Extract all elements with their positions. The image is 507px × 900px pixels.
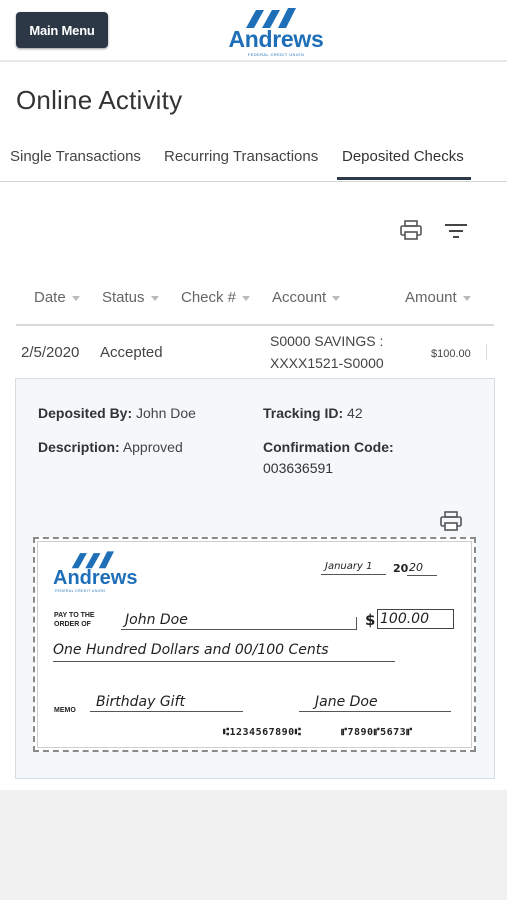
check-logo-wordmark: Andrews: [53, 567, 138, 589]
column-header-account[interactable]: Account: [272, 289, 341, 306]
logo-stripes-icon: [246, 8, 296, 28]
tracking-id-value: 42: [347, 405, 363, 421]
check-amount-words: One Hundred Dollars and 00/100 Cents: [53, 642, 329, 658]
tab-single-transactions[interactable]: Single Transactions: [10, 148, 141, 165]
tab-recurring-transactions[interactable]: Recurring Transactions: [164, 148, 318, 165]
confirmation-code-label: Confirmation Code:: [263, 439, 394, 455]
description-label: Description:: [38, 439, 120, 455]
pay-to-label-1: PAY TO THE: [54, 612, 95, 619]
amount-words-line: [53, 661, 395, 662]
sort-caret-icon: [71, 295, 80, 301]
row-account-line1: S0000 SAVINGS :: [270, 333, 384, 349]
page-title: Online Activity: [16, 85, 183, 115]
printer-icon[interactable]: [398, 219, 424, 241]
description: Description: Approved: [38, 439, 183, 455]
dollar-sign: $: [365, 611, 376, 629]
memo-label: MEMO: [54, 707, 76, 714]
check-date: January 1: [325, 561, 373, 572]
sort-caret-icon: [242, 295, 251, 301]
row-account-line2: XXXX1521-S0000: [270, 355, 384, 371]
sort-caret-icon: [150, 295, 159, 301]
check-logo-subtitle: FEDERAL CREDIT UNION: [55, 589, 106, 593]
row-divider: [486, 344, 487, 360]
check-payee: John Doe: [125, 612, 188, 628]
row-amount: $100.00: [431, 348, 471, 360]
table-header-divider: [16, 324, 494, 326]
check-date-line: [321, 574, 386, 575]
deposited-by-value: John Doe: [136, 405, 196, 421]
column-header-check-number[interactable]: Check #: [181, 289, 251, 306]
tracking-id: Tracking ID: 42: [263, 405, 363, 421]
sort-caret-icon: [462, 295, 471, 301]
column-header-status[interactable]: Status: [102, 289, 159, 306]
row-date: 2/5/2020: [21, 344, 80, 361]
column-date-label: Date: [34, 289, 66, 306]
logo-wordmark: Andrews: [228, 26, 324, 52]
check-signature: Jane Doe: [315, 694, 378, 710]
check-year-suffix: 20: [409, 561, 423, 574]
tab-deposited-checks[interactable]: Deposited Checks: [342, 148, 464, 165]
column-account-label: Account: [272, 289, 327, 306]
description-value: Approved: [122, 439, 183, 455]
check-image: Andrews FEDERAL CREDIT UNION January 1 2…: [33, 537, 476, 752]
deposited-by-label: Deposited By:: [38, 405, 133, 421]
payee-line-end: [356, 617, 357, 630]
memo-line: [90, 711, 243, 712]
filter-icon[interactable]: [443, 220, 469, 242]
confirmation-code-value: 003636591: [263, 460, 334, 476]
active-tab-indicator: [337, 177, 471, 180]
column-header-amount[interactable]: Amount: [405, 289, 471, 306]
column-amount-label: Amount: [405, 289, 457, 306]
row-status: Accepted: [100, 344, 163, 361]
tracking-id-label: Tracking ID:: [263, 405, 344, 421]
signature-line: [299, 711, 451, 712]
check-memo: Birthday Gift: [96, 694, 185, 710]
app-header: Main Menu Andrews FEDERAL CREDIT UNION: [0, 0, 507, 62]
check-logo-stripes-icon: [71, 551, 114, 569]
check-year-line: [407, 575, 437, 576]
column-status-label: Status: [102, 289, 145, 306]
pay-to-label-2: ORDER OF: [54, 621, 91, 628]
deposited-by: Deposited By: John Doe: [38, 405, 196, 421]
payee-line: [121, 629, 357, 630]
activity-tabs: Single Transactions Recurring Transactio…: [0, 140, 507, 182]
micr-account: ⑈7890⑈5673⑈: [341, 727, 413, 738]
check-amount: 100.00: [380, 611, 429, 627]
printer-icon[interactable]: [438, 510, 464, 532]
micr-routing: ⑆1234567890⑆: [223, 727, 302, 738]
check-year-prefix: 20: [393, 562, 409, 575]
logo-subtitle: FEDERAL CREDIT UNION: [247, 52, 305, 57]
main-menu-button[interactable]: Main Menu: [16, 12, 108, 48]
column-check-label: Check #: [181, 289, 237, 306]
sort-caret-icon: [332, 295, 341, 301]
andrews-logo[interactable]: Andrews FEDERAL CREDIT UNION: [224, 6, 328, 57]
column-header-date[interactable]: Date: [34, 289, 80, 306]
